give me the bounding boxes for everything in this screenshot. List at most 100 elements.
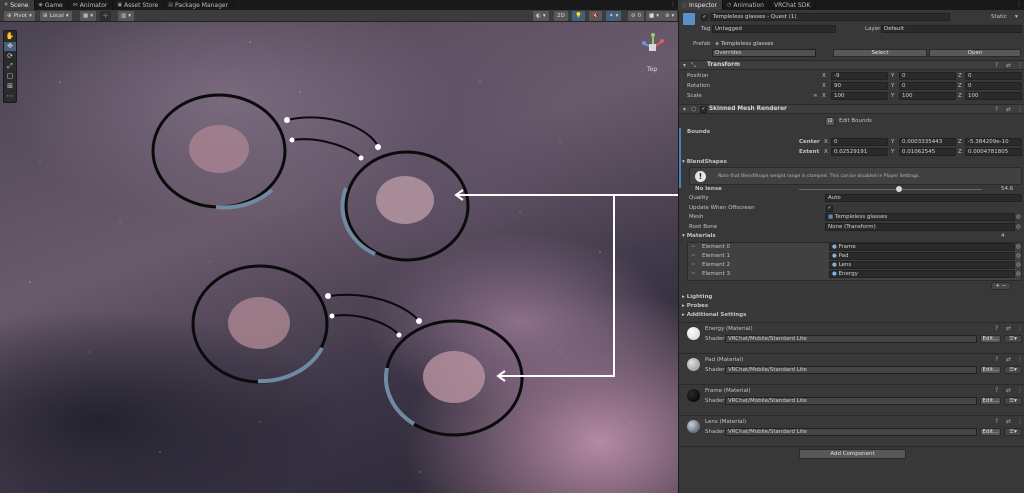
no-lense-slider-thumb[interactable] [895,186,902,192]
material-options-dropdown[interactable]: ☰▾ [1004,335,1022,343]
blendshapes-foldout[interactable]: ▾ BlendShapes [682,158,727,167]
handle-point[interactable] [396,332,402,338]
shader-edit-button[interactable]: Edit... [980,397,1001,405]
add-remove-element-buttons[interactable]: + − [991,282,1011,290]
audio-toggle[interactable]: 🔇 [589,11,602,21]
no-lense-slider-track[interactable] [799,189,982,190]
material-pad-header[interactable]: Pad (Material) ? ⇄ ⋮ Shader VRChat/Mobil… [679,353,1024,383]
active-checkbox[interactable]: ✓ [701,14,708,21]
object-picker-icon[interactable]: ◎ [1016,252,1021,261]
extent-z-field[interactable]: 0.0004781805 [965,148,1022,156]
materials-foldout[interactable]: ▾ Materials [682,232,716,241]
material-energy-header[interactable]: Energy (Material) ? ⇄ ⋮ Shader VRChat/Mo… [679,322,1024,352]
tag-dropdown[interactable]: Untagged [712,25,836,33]
preset-icon[interactable]: ⇄ [1006,386,1011,395]
handle-point[interactable] [284,117,290,123]
kebab-menu-icon[interactable]: ⋮ [1017,417,1023,426]
add-component-button[interactable]: Add Component [799,449,906,459]
shader-edit-button[interactable]: Edit... [980,428,1001,436]
move-tool-icon[interactable]: ✥ [4,42,16,51]
scale-x-field[interactable]: 100 [831,92,888,100]
handle-point[interactable] [329,313,335,319]
inspector-tab-menu-icon[interactable]: ⋮ [1016,0,1022,10]
handle-point[interactable] [289,137,295,143]
hidden-objects-toggle[interactable]: ⊘ 0 [628,11,645,21]
open-button[interactable]: Open [929,49,1021,57]
rotate-tool-icon[interactable]: ⟳ [4,52,16,61]
no-lense-value[interactable]: 54.6 [1001,185,1013,194]
material-lens-header[interactable]: Lens (Material) ? ⇄ ⋮ Shader VRChat/Mobi… [679,415,1024,445]
help-icon[interactable]: ? [995,105,998,114]
scene-view[interactable]: ✋ ✥ ⟳ ⤢ ▢ ⊞ ⋯ Top [0,22,678,493]
tab-vrchat-sdk[interactable]: VRChat SDK [770,0,817,10]
orientation-gizmo[interactable] [642,33,664,51]
renderer-enabled-checkbox[interactable]: ✓ [700,106,707,113]
element-2-field[interactable]: ● Lens [829,261,1015,269]
effects-dropdown[interactable]: ✦ ▾ [606,11,622,21]
view-options-button[interactable]: ▥ ▾ [118,11,134,21]
position-x-field[interactable]: -9 [831,72,888,80]
handle-point[interactable] [358,155,364,161]
rect-tool-icon[interactable]: ▢ [4,72,16,81]
center-y-field[interactable]: 0.0003335443 [899,138,956,146]
transform-header[interactable]: ▾ ⤡ Transform ? ⇄ ⋮ [679,60,1024,70]
glasses-model-1[interactable] [151,93,470,262]
rotation-y-field[interactable]: 0 [899,82,956,90]
element-1-field[interactable]: ● Pad [829,252,1015,260]
shader-dropdown[interactable]: VRChat/Mobile/Standard Lite [725,397,977,405]
lighting-foldout[interactable]: ▸ Lighting [682,293,712,302]
extent-y-field[interactable]: 0.01062545 [899,148,956,156]
help-icon[interactable]: ? [995,355,998,364]
shading-mode-dropdown[interactable]: ◐ ▾ [533,11,549,21]
hand-tool-icon[interactable]: ✋ [4,32,16,41]
foldout-arrow-icon[interactable]: ▾ [683,61,686,70]
element-0-field[interactable]: ● Frame [829,243,1015,251]
layer-dropdown[interactable]: Default [881,25,1022,33]
rotation-x-field[interactable]: 90 [831,82,888,90]
quality-dropdown[interactable]: Auto [825,194,1022,202]
material-options-dropdown[interactable]: ☰▾ [1004,397,1022,405]
handle-point[interactable] [375,144,381,150]
chevron-down-icon[interactable]: ▾ [1015,13,1018,22]
extent-x-field[interactable]: 0.02529191 [831,148,888,156]
object-picker-icon[interactable]: ◎ [1016,243,1021,252]
scale-z-field[interactable]: 100 [965,92,1022,100]
select-button[interactable]: Select [833,49,927,57]
object-picker-icon[interactable]: ◎ [1016,223,1021,232]
tab-scene[interactable]: # Scene [0,0,35,10]
skinned-mesh-renderer-header[interactable]: ▾ ⬡ ✓ Skinned Mesh Renderer ? ⇄ ⋮ [679,104,1024,114]
handle-point[interactable] [416,318,422,324]
pivot-dropdown[interactable]: ⊕ Pivot ▾ [4,11,35,21]
probes-foldout[interactable]: ▸ Probes [682,302,708,311]
custom-tool-icon[interactable]: ⋯ [4,92,16,101]
additional-settings-foldout[interactable]: ▸ Additional Settings [682,311,746,320]
drag-handle-icon[interactable]: = [691,243,696,252]
mesh-field[interactable]: ▦ Templeless glasses [825,213,1015,221]
prefab-field[interactable]: ◈ Templeless glasses [712,40,1022,48]
scale-tool-icon[interactable]: ⤢ [4,62,16,71]
object-picker-icon[interactable]: ◎ [1016,213,1021,222]
kebab-menu-icon[interactable]: ⋮ [1017,105,1023,114]
local-dropdown[interactable]: ⊞ Local ▾ [40,11,72,21]
material-options-dropdown[interactable]: ☰▾ [1004,428,1022,436]
drag-handle-icon[interactable]: = [691,270,696,279]
kebab-menu-icon[interactable]: ⋮ [1017,386,1023,395]
scale-y-field[interactable]: 100 [899,92,956,100]
shader-dropdown[interactable]: VRChat/Mobile/Standard Lite [725,366,977,374]
element-3-field[interactable]: ● Energy [829,270,1015,278]
object-picker-icon[interactable]: ◎ [1016,270,1021,279]
link-icon[interactable]: ∞ [813,92,818,101]
material-frame-header[interactable]: Frame (Material) ? ⇄ ⋮ Shader VRChat/Mob… [679,384,1024,414]
gizmos-dropdown[interactable]: ⊛ ▾ [662,11,678,21]
scene-tab-menu-icon[interactable]: ⋮ [670,0,676,10]
rotation-z-field[interactable]: 0 [965,82,1022,90]
glasses-model-2[interactable] [191,264,524,437]
lighting-toggle[interactable]: 💡 [572,11,585,21]
tab-animation[interactable]: ◷ Animation [723,0,770,10]
preset-icon[interactable]: ⇄ [1006,417,1011,426]
shader-edit-button[interactable]: Edit... [980,335,1001,343]
kebab-menu-icon[interactable]: ⋮ [1017,61,1023,70]
preset-icon[interactable]: ⇄ [1006,61,1011,70]
shader-dropdown[interactable]: VRChat/Mobile/Standard Lite [725,335,977,343]
edit-bounds-icon[interactable]: ⊡ [825,117,835,126]
